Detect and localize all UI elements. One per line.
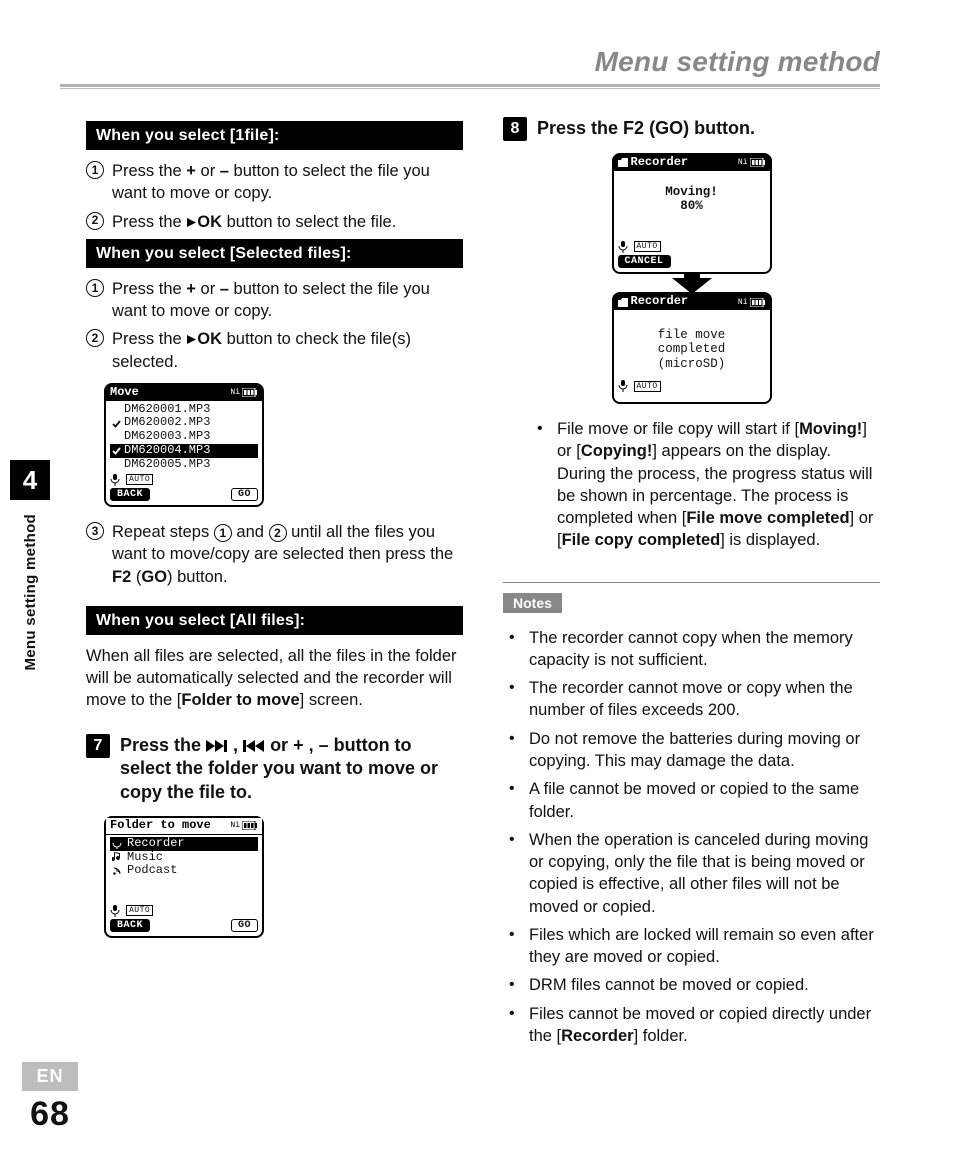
page-footer: EN 68 (0, 1062, 100, 1134)
result-text: File move or file copy will start if [Mo… (531, 418, 880, 552)
rule-top-thin (60, 88, 880, 89)
lcd-moving: Recorder Ni Moving! 80% (612, 153, 772, 274)
right-column: 8 Press the F2 (GO) button. Recorder (503, 117, 880, 1053)
mic-icon (618, 380, 628, 392)
note-item: Files cannot be moved or copied directly… (503, 1003, 880, 1048)
lcd-moving-wrap: Recorder Ni Moving! 80% (503, 153, 880, 404)
battery-icon: Ni (738, 158, 766, 167)
step-number-7: 7 (86, 734, 110, 758)
page-header: Menu setting method (60, 40, 880, 80)
battery-icon: Ni (230, 821, 258, 830)
lcd-file-row: DM620004.MP3 (110, 444, 258, 458)
mic-icon (110, 474, 120, 486)
step-8: 8 Press the F2 (GO) button. (503, 117, 880, 141)
lcd-move-titlebar: Move Ni (106, 385, 262, 401)
lcd-folder-titlebar: Folder to move Ni (106, 818, 262, 835)
lcd-text-moving: Moving! (618, 185, 766, 199)
prev-track-icon (243, 740, 265, 752)
folder-icon (618, 158, 628, 167)
lcd-file-row: DM620003.MP3 (110, 430, 258, 444)
play-icon (186, 217, 197, 228)
mic-icon (618, 241, 628, 253)
lcd-text-percent: 80% (618, 199, 766, 213)
manual-page: Menu setting method 4 Menu setting metho… (0, 0, 954, 1158)
folder-icon (618, 298, 628, 307)
lcd-move-wrap: Move Ni DM620001.MP3DM620002.MP3DM620003… (104, 383, 463, 507)
note-item: Do not remove the batteries during movin… (503, 728, 880, 773)
step-1file-2: 2 Press the OK button to select the file… (86, 211, 463, 233)
play-icon (186, 334, 197, 345)
softkey-back: BACK (110, 919, 150, 933)
rule-top-dark (60, 84, 880, 87)
battery-icon: Ni (738, 298, 766, 307)
note-item: DRM files cannot be moved or copied. (503, 974, 880, 996)
page-heading: Menu setting method (595, 46, 880, 78)
step-sel-1: 1 Press the + or – button to select the … (86, 278, 463, 323)
notes-label: Notes (503, 593, 562, 613)
left-column: When you select [1file]: 1 Press the + o… (86, 117, 463, 1053)
note-item: Files which are locked will remain so ev… (503, 924, 880, 969)
lcd-folder-row: Podcast (110, 864, 258, 878)
bar-1file: When you select [1file]: (86, 121, 463, 150)
chapter-title-vertical: Menu setting method (22, 514, 39, 671)
note-item: The recorder cannot copy when the memory… (503, 627, 880, 672)
bar-selected: When you select [Selected files]: (86, 239, 463, 268)
step-sel-2: 2 Press the OK button to check the file(… (86, 328, 463, 373)
lcd-file-row: DM620005.MP3 (110, 458, 258, 472)
lcd-folder-wrap: Folder to move Ni RecorderMusicPodcast A… (104, 816, 463, 938)
softkey-go: GO (231, 488, 258, 502)
lcd-folder: Folder to move Ni RecorderMusicPodcast A… (104, 816, 264, 938)
language-badge: EN (22, 1062, 77, 1091)
note-item: A file cannot be moved or copied to the … (503, 778, 880, 823)
allfiles-text: When all files are selected, all the fil… (86, 645, 463, 712)
softkey-go: GO (231, 919, 258, 933)
step-number-8: 8 (503, 117, 527, 141)
mic-icon (110, 905, 120, 917)
lcd-moving-titlebar: Recorder Ni (614, 155, 770, 171)
step-1file-1: 1 Press the + or – button to select the … (86, 160, 463, 205)
lcd-file-row: DM620001.MP3 (110, 403, 258, 417)
lcd-statusbar: AUTO (106, 474, 262, 486)
lcd-statusbar: AUTO (614, 380, 770, 392)
lcd-folder-row: Recorder (110, 837, 258, 851)
page-number: 68 (30, 1095, 70, 1134)
battery-icon: Ni (230, 388, 258, 397)
lcd-statusbar: AUTO (106, 905, 262, 917)
chapter-number: 4 (10, 460, 50, 500)
lcd-statusbar: AUTO (614, 241, 770, 253)
lcd-done: Recorder Ni file move completed (microSD… (612, 292, 772, 404)
bar-allfiles: When you select [All files]: (86, 606, 463, 635)
note-item: The recorder cannot move or copy when th… (503, 677, 880, 722)
arrow-down-icon (672, 272, 712, 294)
next-track-icon (206, 740, 228, 752)
side-tab: 4 Menu setting method (0, 460, 60, 671)
softkey-cancel: CANCEL (618, 255, 671, 269)
note-item: When the operation is canceled during mo… (503, 829, 880, 918)
softkey-back: BACK (110, 488, 150, 502)
step-sel-3: 3 Repeat steps 1 and 2 until all the fil… (86, 521, 463, 588)
lcd-move: Move Ni DM620001.MP3DM620002.MP3DM620003… (104, 383, 264, 507)
step-7: 7 Press the , or + , – button to select … (86, 734, 463, 804)
notes-section: Notes The recorder cannot copy when the … (503, 582, 880, 1048)
lcd-folder-row: Music (110, 851, 258, 865)
lcd-file-row: DM620002.MP3 (110, 416, 258, 430)
lcd-done-titlebar: Recorder Ni (614, 294, 770, 310)
